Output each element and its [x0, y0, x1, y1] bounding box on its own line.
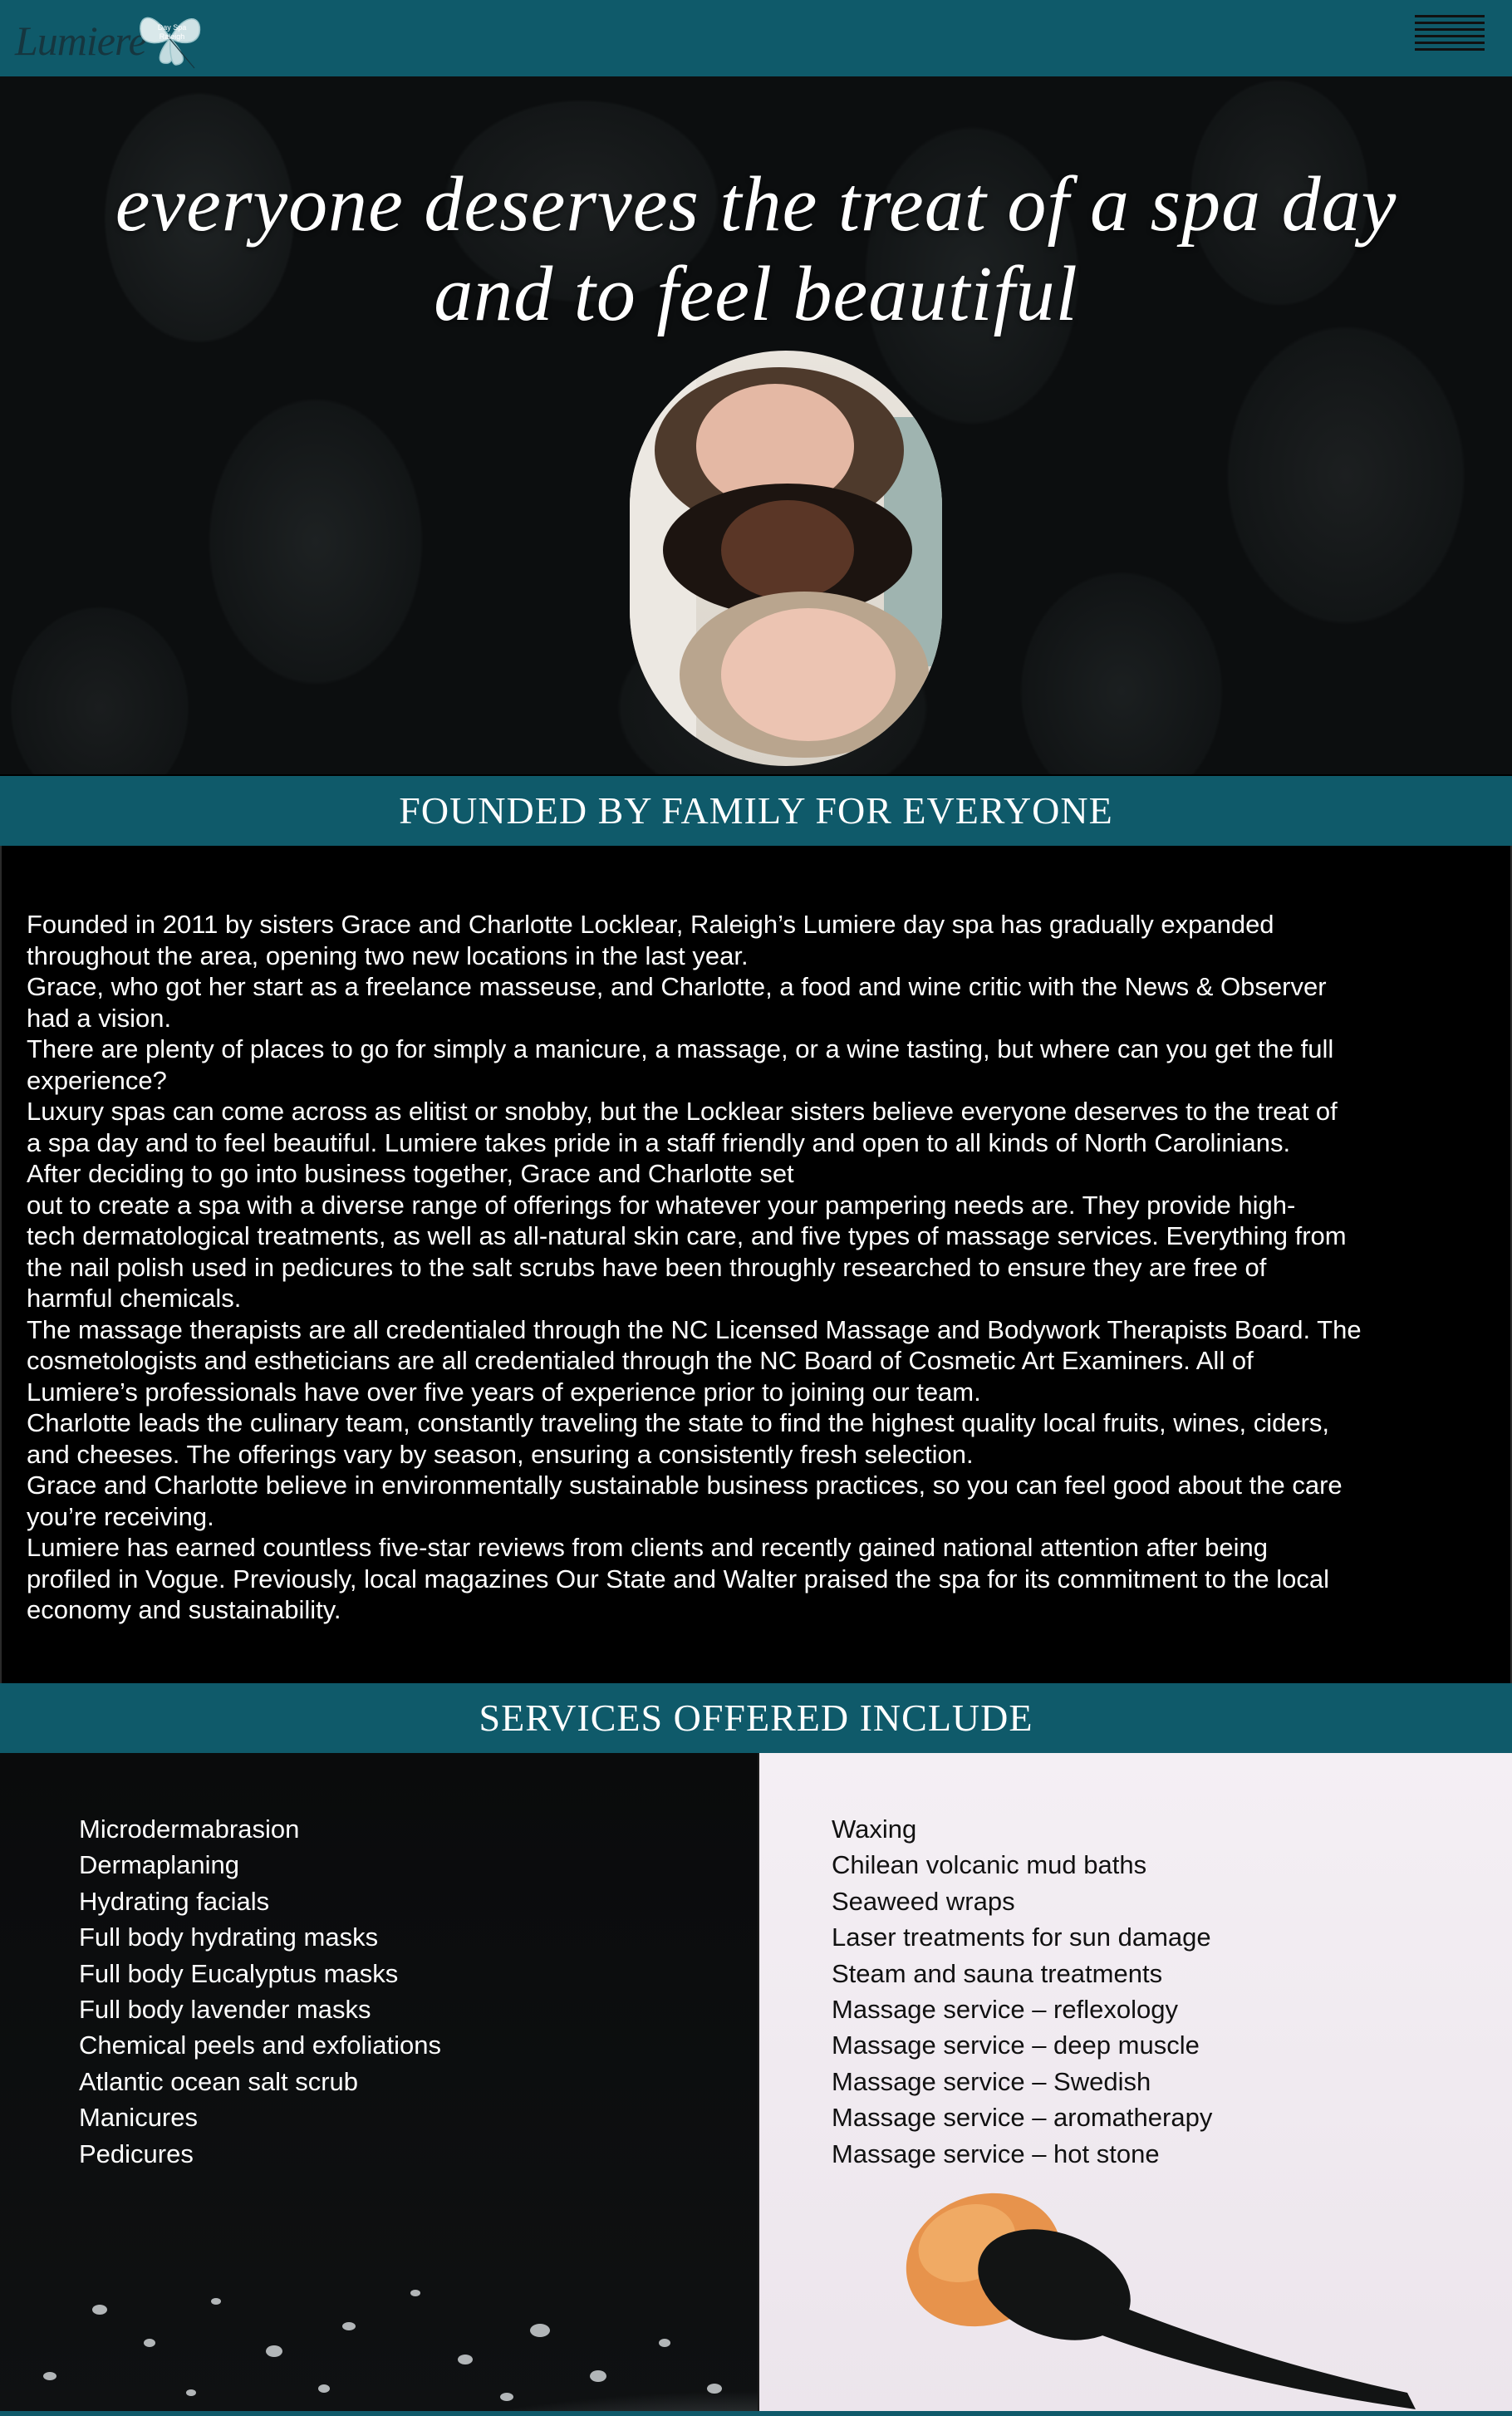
story-line: profiled in Vogue. Previously, local mag… — [27, 1564, 1329, 1593]
hero-title-line-2: and to feel beautiful — [434, 251, 1078, 337]
story-line: After deciding to go into business toget… — [27, 1159, 794, 1188]
logo-wordmark: Lumiere — [15, 17, 147, 64]
footer-strip — [0, 2411, 1512, 2416]
service-item: Massage service – hot stone — [832, 2139, 1160, 2168]
service-item: Waxing — [832, 1814, 917, 1844]
service-item: Massage service – aromatherapy — [832, 2103, 1213, 2133]
service-item: Seaweed wraps — [832, 1886, 1015, 1916]
services-list-right: Waxing Chilean volcanic mud baths Seawee… — [832, 1811, 1212, 2172]
service-item: Pedicures — [79, 2139, 194, 2168]
service-item: Full body Eucalyptus masks — [79, 1958, 399, 1988]
story-line: the nail polish used in pedicures to the… — [27, 1252, 1267, 1282]
story-line: Charlotte leads the culinary team, const… — [27, 1408, 1330, 1437]
story-line: The massage therapists are all credentia… — [27, 1314, 1362, 1344]
about-story-section: Founded in 2011 by sisters Grace and Cha… — [0, 846, 1512, 1683]
services-list-left: Microdermabrasion Dermaplaning Hydrating… — [79, 1811, 441, 2172]
service-item: Full body lavender masks — [79, 1995, 371, 2025]
story-line: Founded in 2011 by sisters Grace and Cha… — [27, 910, 1274, 939]
story-line: cosmetologists and estheticians are all … — [27, 1346, 1254, 1375]
services-right-panel: Waxing Chilean volcanic mud baths Seawee… — [759, 1753, 1512, 2416]
story-line: a spa day and to feel beautiful. Lumiere… — [27, 1127, 1291, 1157]
service-item: Hydrating facials — [79, 1886, 270, 1916]
story-line: tech dermatological treatments, as well … — [27, 1221, 1347, 1250]
top-nav-bar: Lumiere Day Spa Raleigh — [0, 0, 1512, 76]
story-line: Lumiere’s professionals have over five y… — [27, 1377, 981, 1407]
service-item: Manicures — [79, 2103, 198, 2133]
founded-heading: FOUNDED BY FAMILY FOR EVERYONE — [0, 776, 1512, 846]
story-text: Founded in 2011 by sisters Grace and Cha… — [27, 909, 1497, 1626]
service-item: Chemical peels and exfoliations — [79, 2031, 441, 2060]
story-line: There are plenty of places to go for sim… — [27, 1034, 1334, 1063]
service-item: Atlantic ocean salt scrub — [79, 2066, 359, 2096]
service-item: Massage service – reflexology — [832, 1995, 1178, 2025]
service-item: Full body hydrating masks — [79, 1922, 379, 1952]
services-heading: SERVICES OFFERED INCLUDE — [0, 1683, 1512, 1753]
service-item: Dermaplaning — [79, 1850, 239, 1880]
story-line: harmful chemicals. — [27, 1284, 242, 1313]
story-line: Grace, who got her start as a freelance … — [27, 972, 1327, 1001]
water-drops-image — [43, 2290, 722, 2401]
hero-banner: everyone deserves the treat of a spa day… — [0, 76, 1512, 774]
service-item: Steam and sauna treatments — [832, 1958, 1163, 1988]
story-line: Grace and Charlotte believe in environme… — [27, 1471, 1343, 1500]
hamburger-menu-icon[interactable] — [1415, 15, 1485, 52]
service-item: Microdermabrasion — [79, 1814, 300, 1844]
story-line: Lumiere has earned countless five-star r… — [27, 1533, 1268, 1562]
services-left-panel: Microdermabrasion Dermaplaning Hydrating… — [0, 1753, 759, 2416]
logo-tagline: Day Spa Raleigh — [157, 23, 187, 41]
story-line: and cheeses. The offerings vary by seaso… — [27, 1439, 974, 1469]
hero-title: everyone deserves the treat of a spa day… — [0, 160, 1512, 339]
hero-title-line-1: everyone deserves the treat of a spa day — [115, 161, 1397, 248]
service-item: Laser treatments for sun damage — [832, 1922, 1211, 1952]
story-line: economy and sustainability. — [27, 1595, 341, 1624]
story-line: you’re receiving. — [27, 1501, 214, 1531]
story-line: experience? — [27, 1065, 167, 1095]
story-line: out to create a spa with a diverse range… — [27, 1190, 1296, 1220]
story-line: Luxury spas can come across as elitist o… — [27, 1097, 1338, 1126]
story-line: had a vision. — [27, 1003, 172, 1033]
service-item: Massage service – Swedish — [832, 2066, 1151, 2096]
service-item: Chilean volcanic mud baths — [832, 1850, 1147, 1880]
story-line: throughout the area, opening two new loc… — [27, 940, 749, 970]
founders-photo — [630, 351, 942, 766]
brand-logo[interactable]: Lumiere Day Spa Raleigh — [12, 5, 203, 71]
service-item: Massage service – deep muscle — [832, 2031, 1200, 2060]
